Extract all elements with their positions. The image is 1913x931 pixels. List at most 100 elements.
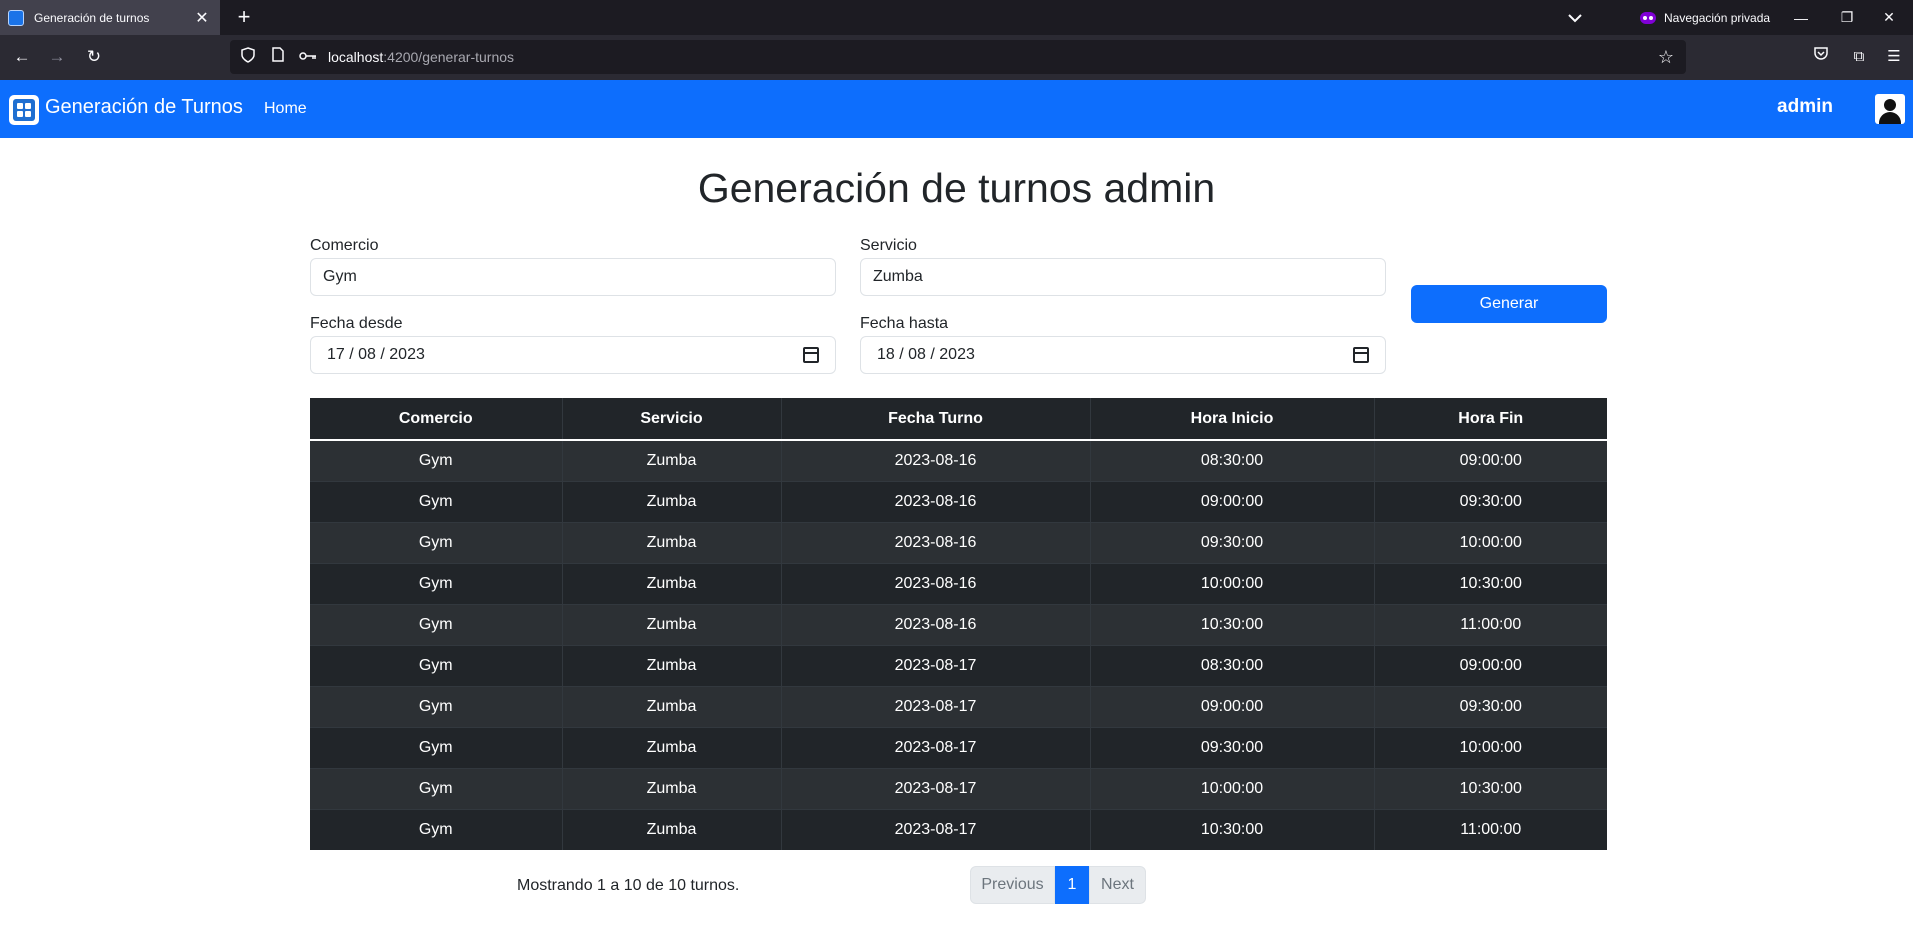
home-link[interactable]: Home [264,100,307,118]
table-row: Gym Zumba 2023-08-17 08:30:00 09:00:00 [310,644,1607,686]
cell-fecha-turno: 2023-08-16 [781,603,1091,645]
cell-hora-fin: 09:00:00 [1374,644,1607,686]
tab-close-icon[interactable]: ✕ [194,8,210,28]
table-row: Gym Zumba 2023-08-16 10:30:00 11:00:00 [310,603,1607,645]
cell-hora-fin: 10:00:00 [1374,726,1607,768]
page-icon [268,47,288,67]
cell-comercio: Gym [310,644,563,686]
table-row: Gym Zumba 2023-08-16 09:00:00 09:30:00 [310,480,1607,522]
pocket-icon[interactable] [1809,45,1833,69]
page-title: Generación de turnos admin [697,165,1216,211]
table-row: Gym Zumba 2023-08-17 10:00:00 10:30:00 [310,767,1607,809]
forward-arrow-icon[interactable]: → [45,45,69,69]
user-avatar-icon[interactable] [1875,94,1905,124]
app-navbar: Generación de Turnos Home admin [0,80,1913,138]
fecha-desde-input[interactable]: 17 / 08 / 2023 [310,336,836,374]
browser-tabstrip: Generación de turnos ✕ + Navegación priv… [0,0,1913,35]
cell-fecha-turno: 2023-08-16 [781,521,1091,563]
table-row: Gym Zumba 2023-08-16 09:30:00 10:00:00 [310,521,1607,563]
url-bar[interactable]: localhost:4200/generar-turnos ☆ [230,40,1686,74]
cell-servicio: Zumba [562,480,782,522]
cell-comercio: Gym [310,808,563,850]
cell-hora-fin: 11:00:00 [1374,603,1607,645]
new-tab-icon[interactable]: + [232,5,256,29]
table-row: Gym Zumba 2023-08-16 08:30:00 09:00:00 [310,439,1607,481]
cell-servicio: Zumba [562,644,782,686]
cell-hora-inicio: 09:00:00 [1090,480,1375,522]
key-icon[interactable] [298,47,318,67]
column-header-fecha-turno: Fecha Turno [781,398,1091,441]
fecha-hasta-input[interactable]: 18 / 08 / 2023 [860,336,1386,374]
restore-icon[interactable]: ❐ [1824,0,1870,35]
cell-hora-fin: 09:30:00 [1374,685,1607,727]
servicio-input[interactable]: Zumba [860,258,1386,296]
cell-servicio: Zumba [562,767,782,809]
shield-icon[interactable] [238,47,258,67]
pagination: Previous 1 Next [970,866,1146,904]
browser-tab[interactable]: Generación de turnos ✕ [0,0,220,35]
cell-servicio: Zumba [562,685,782,727]
fecha-hasta-label: Fecha hasta [860,315,949,332]
page-1-button[interactable]: 1 [1055,866,1089,904]
comercio-input[interactable]: Gym [310,258,836,296]
extensions-icon[interactable]: ⧉ [1847,45,1871,69]
user-name[interactable]: admin [1777,96,1833,118]
calendar-icon[interactable] [803,347,819,363]
tab-title: Generación de turnos [34,10,150,25]
close-window-icon[interactable]: ✕ [1866,0,1912,35]
fecha-hasta-value: 18 / 08 / 2023 [877,346,975,363]
cell-comercio: Gym [310,726,563,768]
calendar-logo-icon[interactable] [9,95,39,125]
fecha-desde-label: Fecha desde [310,315,403,332]
cell-hora-inicio: 08:30:00 [1090,644,1375,686]
previous-page-button[interactable]: Previous [970,866,1055,904]
cell-fecha-turno: 2023-08-17 [781,808,1091,850]
browser-toolbar: ← → ↻ localhost:4200/generar-turnos ☆ ⧉ … [0,35,1913,80]
cell-hora-inicio: 10:00:00 [1090,767,1375,809]
cell-comercio: Gym [310,439,563,481]
column-header-hora-inicio: Hora Inicio [1090,398,1375,441]
minimize-icon[interactable]: — [1778,0,1824,35]
column-header-comercio: Comercio [310,398,563,441]
cell-hora-inicio: 10:00:00 [1090,562,1375,604]
next-page-button[interactable]: Next [1089,866,1146,904]
private-mask-icon [1640,11,1656,24]
cell-fecha-turno: 2023-08-16 [781,480,1091,522]
cell-hora-fin: 09:30:00 [1374,480,1607,522]
cell-hora-fin: 09:00:00 [1374,439,1607,481]
chevron-down-icon[interactable] [1564,7,1586,29]
cell-hora-inicio: 08:30:00 [1090,439,1375,481]
table-row: Gym Zumba 2023-08-16 10:00:00 10:30:00 [310,562,1607,604]
cell-comercio: Gym [310,562,563,604]
back-arrow-icon[interactable]: ← [10,45,34,69]
bookmark-star-icon[interactable]: ☆ [1658,47,1674,68]
table-row: Gym Zumba 2023-08-17 10:30:00 11:00:00 [310,808,1607,850]
cell-comercio: Gym [310,603,563,645]
cell-hora-fin: 11:00:00 [1374,808,1607,850]
hamburger-menu-icon[interactable]: ☰ [1882,45,1906,69]
fecha-desde-value: 17 / 08 / 2023 [327,346,425,363]
cell-comercio: Gym [310,480,563,522]
servicio-label: Servicio [860,237,917,254]
cell-servicio: Zumba [562,439,782,481]
url-text[interactable]: localhost:4200/generar-turnos [328,49,514,65]
cell-comercio: Gym [310,685,563,727]
turnos-table: Comercio Servicio Fecha Turno Hora Inici… [310,398,1607,850]
cell-hora-inicio: 09:00:00 [1090,685,1375,727]
cell-hora-fin: 10:30:00 [1374,562,1607,604]
cell-fecha-turno: 2023-08-17 [781,685,1091,727]
cell-servicio: Zumba [562,726,782,768]
cell-servicio: Zumba [562,808,782,850]
reload-icon[interactable]: ↻ [82,45,106,69]
column-header-hora-fin: Hora Fin [1374,398,1607,441]
pagination-summary: Mostrando 1 a 10 de 10 turnos. [517,877,740,894]
generar-button[interactable]: Generar [1411,285,1607,323]
cell-hora-inicio: 09:30:00 [1090,726,1375,768]
tab-favicon-icon [8,9,24,26]
cell-comercio: Gym [310,767,563,809]
brand-title[interactable]: Generación de Turnos [45,96,243,119]
table-row: Gym Zumba 2023-08-17 09:30:00 10:00:00 [310,726,1607,768]
calendar-icon[interactable] [1353,347,1369,363]
cell-hora-inicio: 09:30:00 [1090,521,1375,563]
cell-comercio: Gym [310,521,563,563]
